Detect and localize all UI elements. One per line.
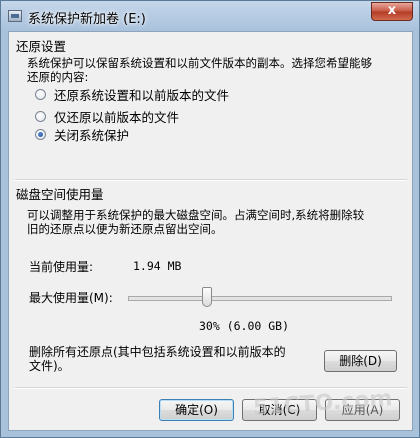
delete-restore-points-text: 删除所有还原点(其中包括系统设置和以前版本的 文件)。 <box>29 345 286 373</box>
current-usage-value: 1.94 MB <box>133 259 182 273</box>
separator <box>15 179 407 181</box>
disk-usage-description: 可以调整用于系统保护的最大磁盘空间。占满空间时,系统将删除较 旧的还原点以便为新… <box>27 208 364 236</box>
restore-settings-description-line2: 还原的内容: <box>27 70 89 84</box>
window-icon <box>8 10 22 22</box>
title-bar[interactable]: 系统保护新加卷 (E:) x <box>1 1 419 31</box>
radio-button-icon <box>35 88 46 100</box>
restore-settings-title: 还原设置 <box>16 39 67 54</box>
close-button[interactable]: x <box>371 2 413 21</box>
max-usage-label: 最大使用量(M): <box>29 291 113 305</box>
delete-button[interactable]: 删除(D) <box>324 350 397 372</box>
current-usage-label: 当前使用量: <box>29 260 94 274</box>
restore-settings-description-line1: 系统保护可以保留系统设置和以前文件版本的副本。选择您希望能够 <box>27 56 372 70</box>
radio-button-checked-icon <box>35 128 46 140</box>
delete-restore-points-text-line1: 删除所有还原点(其中包括系统设置和以前版本的 <box>29 345 286 359</box>
radio-label: 仅还原以前版本的文件 <box>54 109 180 125</box>
max-usage-slider-track[interactable] <box>128 296 392 301</box>
disk-usage-description-line2: 旧的还原点以便为新还原点留出空间。 <box>27 222 223 236</box>
radio-button-icon <box>35 110 46 122</box>
radio-turn-off-protection[interactable]: 关闭系统保护 <box>35 125 129 143</box>
max-usage-slider-thumb[interactable] <box>201 287 212 307</box>
radio-restore-settings-and-files[interactable]: 还原系统设置和以前版本的文件 <box>35 85 229 103</box>
delete-restore-points-text-line2: 文件)。 <box>29 359 70 373</box>
radio-label: 还原系统设置和以前版本的文件 <box>54 87 230 103</box>
ok-button[interactable]: 确定(O) <box>159 399 234 421</box>
radio-restore-files-only[interactable]: 仅还原以前版本的文件 <box>35 107 179 125</box>
disk-usage-title: 磁盘空间使用量 <box>16 187 104 202</box>
max-usage-value: 30% (6.00 GB) <box>199 319 290 333</box>
radio-label: 关闭系统保护 <box>54 127 130 143</box>
window-title: 系统保护新加卷 (E:) <box>28 12 146 27</box>
system-protection-dialog: 系统保护新加卷 (E:) x 还原设置 系统保护可以保留系统设置和以前文件版本的… <box>0 0 420 438</box>
disk-usage-description-line1: 可以调整用于系统保护的最大磁盘空间。占满空间时,系统将删除较 <box>27 208 365 222</box>
dialog-body: 还原设置 系统保护可以保留系统设置和以前文件版本的副本。选择您希望能够 还原的内… <box>8 31 413 431</box>
restore-settings-description: 系统保护可以保留系统设置和以前文件版本的副本。选择您希望能够 还原的内容: <box>27 56 372 84</box>
